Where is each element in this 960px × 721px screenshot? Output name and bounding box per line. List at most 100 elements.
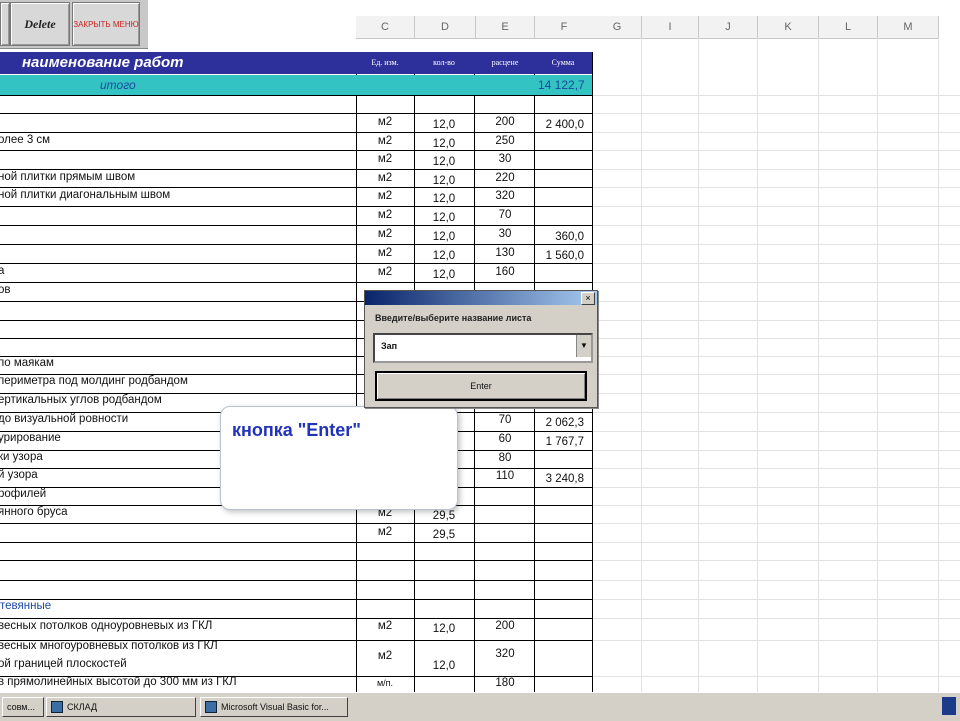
column-header[interactable]: L	[819, 16, 878, 39]
taskbar-item[interactable]: Microsoft Visual Basic for...	[200, 697, 348, 717]
table-row-sum[interactable]: 3 240,8	[528, 473, 584, 485]
column-header[interactable]: M	[878, 16, 939, 39]
table-row-rate[interactable]: 70	[476, 209, 534, 221]
grid-line	[0, 580, 592, 581]
dialog-close-button[interactable]: ×	[581, 292, 595, 305]
column-header[interactable]: C	[356, 16, 415, 39]
table-row-qty[interactable]: 12,0	[415, 119, 473, 131]
table-row-name[interactable]: по маякам	[0, 357, 54, 369]
table-row-unit[interactable]: м2	[356, 116, 414, 128]
table-row-rate[interactable]: 130	[476, 247, 534, 259]
taskbar-item[interactable]: СКЛАД	[46, 697, 196, 717]
table-row-unit[interactable]: м2	[356, 153, 414, 165]
grid-line	[592, 618, 960, 619]
column-header[interactable]: J	[699, 16, 758, 39]
grid-line	[0, 225, 592, 226]
table-row-sum[interactable]: 1 767,7	[528, 436, 584, 448]
table-row-unit[interactable]: м2	[356, 172, 414, 184]
table-row-name[interactable]: весных многоуровневых потолков из ГКЛ	[0, 640, 218, 652]
table-row-qty[interactable]: 12,0	[415, 138, 473, 150]
table-row-name[interactable]: ертикальных углов родбандом	[0, 394, 162, 406]
table-row-name[interactable]: й узора	[0, 469, 38, 481]
chevron-down-icon[interactable]: ▼	[576, 335, 591, 357]
table-row-sum[interactable]: 2 062,3	[528, 417, 584, 429]
table-row-qty[interactable]: 12,0	[415, 156, 473, 168]
sheet-name-combobox[interactable]: Зап ▼	[373, 333, 593, 363]
table-row-rate[interactable]: 30	[476, 153, 534, 165]
dialog-title-bar[interactable]	[365, 291, 597, 305]
table-row-qty[interactable]: 12,0	[415, 660, 473, 672]
combobox-value[interactable]: Зап	[381, 341, 397, 351]
table-row-name[interactable]: рофилей	[0, 488, 46, 500]
table-row-unit[interactable]: м2	[356, 526, 414, 538]
table-row-qty[interactable]: 29,5	[415, 529, 473, 541]
table-row-unit[interactable]: м2	[356, 650, 414, 662]
grid-line	[592, 560, 960, 561]
table-row-rate[interactable]: 200	[476, 116, 534, 128]
table-row-unit[interactable]: м2	[356, 228, 414, 240]
table-row-name[interactable]: периметра под молдинг родбандом	[0, 375, 188, 387]
table-row-sum[interactable]: 360,0	[528, 231, 584, 243]
table-row-unit[interactable]: м2	[356, 209, 414, 221]
grid-line	[592, 599, 960, 600]
table-row-name[interactable]: до визуальной ровности	[0, 413, 128, 425]
table-row-unit[interactable]: м2	[356, 190, 414, 202]
table-row-qty[interactable]: 12,0	[415, 269, 473, 281]
total-value: 14 122,7	[538, 78, 585, 92]
table-row-unit[interactable]: м2	[356, 620, 414, 632]
table-row-rate[interactable]: 70	[476, 414, 534, 426]
table-row-qty[interactable]: 12,0	[415, 250, 473, 262]
table-row-rate[interactable]: 220	[476, 172, 534, 184]
column-header[interactable]: F	[535, 16, 594, 39]
table-row-qty[interactable]: 12,0	[415, 623, 473, 635]
table-row-rate[interactable]: 320	[476, 190, 534, 202]
column-header[interactable]: D	[415, 16, 476, 39]
table-row-name[interactable]: янного бруса	[0, 506, 67, 518]
table-row-name[interactable]: ов	[0, 284, 11, 296]
table-row-qty[interactable]: 12,0	[415, 175, 473, 187]
grid-line	[938, 38, 939, 692]
table-row-name-line2[interactable]: ой границей плоскостей	[0, 658, 127, 670]
table-row-name[interactable]: ной плитки диагональным швом	[0, 189, 170, 201]
enter-button[interactable]: Enter	[375, 371, 587, 401]
table-row-name[interactable]: урирование	[0, 432, 61, 444]
table-row-qty[interactable]: 12,0	[415, 212, 473, 224]
column-header[interactable]: G	[593, 16, 642, 39]
table-row-name[interactable]: ки узора	[0, 451, 43, 463]
table-row-rate[interactable]: 320	[476, 648, 534, 660]
toolbar-edge-button[interactable]	[0, 2, 10, 46]
table-row-rate[interactable]: 80	[476, 452, 534, 464]
table-row-rate[interactable]: 60	[476, 433, 534, 445]
table-row-unit[interactable]: м2	[356, 266, 414, 278]
close-menu-button[interactable]: ЗАКРЫТЬ МЕНЮ	[72, 2, 140, 46]
grid-line	[592, 338, 960, 339]
column-header[interactable]: I	[642, 16, 699, 39]
column-header[interactable]: E	[476, 16, 535, 39]
tray-icon[interactable]	[942, 697, 956, 715]
table-row-rate[interactable]: 250	[476, 135, 534, 147]
table-row-qty[interactable]: 29,5	[415, 510, 473, 522]
table-row-name[interactable]: весных потолков одноуровневых из ГКЛ	[0, 620, 212, 632]
table-row-rate[interactable]: 30	[476, 228, 534, 240]
table-row-unit[interactable]: м2	[356, 247, 414, 259]
table-row-sum[interactable]: 1 560,0	[528, 250, 584, 262]
table-row-name[interactable]: а	[0, 265, 4, 277]
table-row-rate[interactable]: 180	[476, 677, 534, 689]
table-row-unit[interactable]: м/п.	[356, 678, 414, 688]
table-row-name[interactable]: олее 3 см	[0, 134, 50, 146]
table-row-unit[interactable]: м2	[356, 135, 414, 147]
table-row-sum[interactable]: 2 400,0	[528, 119, 584, 131]
table-row-rate[interactable]: 160	[476, 266, 534, 278]
column-header[interactable]: K	[758, 16, 819, 39]
table-header-sum: Сумма	[551, 58, 575, 67]
table-row-rate[interactable]: 200	[476, 620, 534, 632]
table-row-name[interactable]: в прямолинейных высотой до 300 мм из ГКЛ	[0, 676, 237, 688]
grid-line	[592, 301, 960, 302]
table-row-name[interactable]: ной плитки прямым швом	[0, 171, 135, 183]
grid-line	[592, 542, 960, 543]
table-row-qty[interactable]: 12,0	[415, 231, 473, 243]
table-row-qty[interactable]: 12,0	[415, 193, 473, 205]
taskbar-item[interactable]: совм...	[2, 697, 44, 717]
table-row-rate[interactable]: 110	[476, 470, 534, 482]
delete-button[interactable]: Delete	[10, 2, 70, 46]
